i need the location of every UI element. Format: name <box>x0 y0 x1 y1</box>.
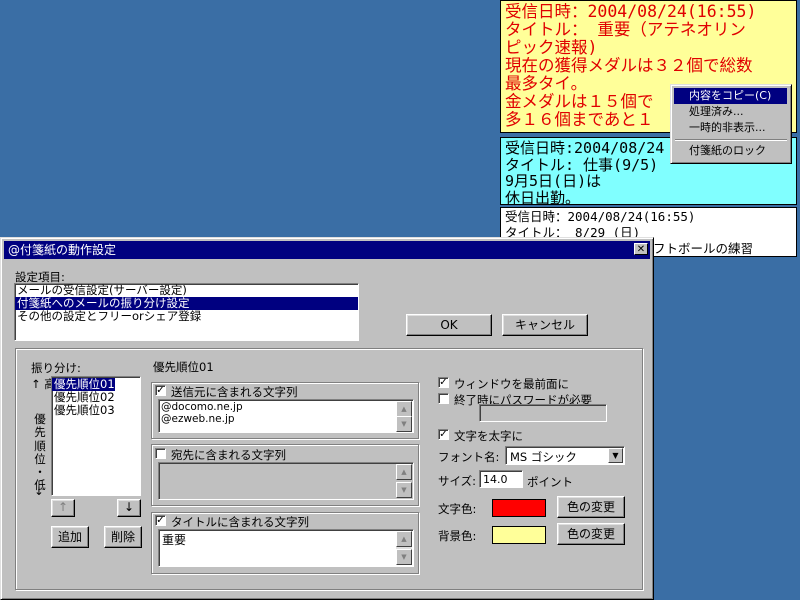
size-unit: ポイント <box>527 475 573 489</box>
settings-list[interactable]: メールの受信設定(サーバー設定) 付箋紙へのメールの振り分け設定 その他の設定と… <box>14 283 359 341</box>
change-text-color-button[interactable]: 色の変更 <box>557 496 625 518</box>
topmost-label: ウィンドウを最前面に <box>454 377 569 391</box>
font-select[interactable]: MS ゴシック ▼ <box>505 446 625 465</box>
dialog-title: @付箋紙の動作設定 <box>8 243 117 257</box>
move-down-button[interactable]: ↓ <box>117 499 141 517</box>
check-icon: ✓ <box>439 377 448 388</box>
priority-low-arrow: ↓ <box>34 484 44 498</box>
bg-color-swatch <box>492 526 546 544</box>
note-line: 受信日時：2004/08/24(16:55) <box>505 209 696 224</box>
bg-color-label: 背景色: <box>438 529 477 543</box>
dialog-titlebar[interactable]: @付箋紙の動作設定 ✕ <box>4 241 650 259</box>
note-line: 9月5日(日)は <box>505 172 602 190</box>
add-button[interactable]: 追加 <box>51 526 89 548</box>
password-input[interactable] <box>479 404 607 422</box>
scroll-up-icon[interactable]: ▲ <box>396 401 412 417</box>
ok-button[interactable]: OK <box>406 314 492 336</box>
menu-item-hide[interactable]: 一時的非表示... <box>674 120 787 136</box>
check-icon: ✓ <box>156 385 165 396</box>
delete-button[interactable]: 削除 <box>104 526 142 548</box>
password-checkbox[interactable] <box>438 393 449 404</box>
size-label: サイズ: <box>438 474 477 488</box>
scroll-down-icon[interactable]: ▼ <box>396 549 412 565</box>
scrollbar[interactable]: ▲ ▼ <box>396 531 412 565</box>
font-label: フォント名: <box>438 450 500 464</box>
menu-item-done[interactable]: 処理済み... <box>674 104 787 120</box>
change-bg-color-button[interactable]: 色の変更 <box>557 523 625 545</box>
priority-item[interactable]: 優先順位03 <box>52 404 140 417</box>
scroll-down-icon[interactable]: ▼ <box>396 416 412 432</box>
note-line: 現在の獲得メダルは３２個で総数 <box>505 56 753 75</box>
menu-item-copy[interactable]: 内容をコピー(C) <box>674 88 787 104</box>
size-input[interactable]: 14.0 <box>479 470 523 488</box>
size-value: 14.0 <box>483 473 508 486</box>
check-icon: ✓ <box>156 515 165 526</box>
note-line: 休日出勤。 <box>505 188 581 205</box>
priority-vertical-text: 優 先 順 位 ・ 低 <box>34 412 46 493</box>
font-value: MS ゴシック <box>510 450 577 464</box>
recipient-value <box>159 463 413 465</box>
scroll-up-icon[interactable]: ▲ <box>396 464 412 480</box>
title-value: 重要 <box>162 533 187 547</box>
settings-dialog: @付箋紙の動作設定 ✕ 設定項目: メールの受信設定(サーバー設定) 付箋紙への… <box>0 237 654 600</box>
close-button[interactable]: ✕ <box>634 243 648 255</box>
cancel-button[interactable]: キャンセル <box>502 314 588 336</box>
scrollbar[interactable]: ▲ ▼ <box>396 401 412 432</box>
scroll-up-icon[interactable]: ▲ <box>396 531 412 547</box>
close-icon: ✕ <box>636 244 646 255</box>
recipient-label: 宛先に含まれる文字列 <box>171 448 286 462</box>
sort-label: 振り分け: <box>31 361 81 375</box>
settings-item-other[interactable]: その他の設定とフリーorシェア登録 <box>15 310 358 323</box>
note-line: タイトル： 重要（アテネオリン <box>505 20 746 39</box>
topmost-checkbox[interactable]: ✓ <box>438 377 449 388</box>
move-up-button[interactable]: ↑ <box>51 499 75 517</box>
bold-checkbox[interactable]: ✓ <box>438 429 449 440</box>
scrollbar[interactable]: ▲ ▼ <box>396 464 412 498</box>
recipient-textarea[interactable]: ▲ ▼ <box>158 462 414 500</box>
sender-value: @docomo.ne.jp <box>161 401 243 413</box>
priority-list[interactable]: 優先順位01 優先順位02 優先順位03 <box>51 376 141 496</box>
menu-item-lock[interactable]: 付箋紙のロック <box>674 143 787 159</box>
sender-label: 送信元に含まれる文字列 <box>171 385 298 399</box>
text-color-label: 文字色: <box>438 502 477 516</box>
priority-title: 優先順位01 <box>153 360 214 374</box>
note-line: ピック速報) <box>505 38 598 57</box>
sender-value: @ezweb.ne.jp <box>161 413 235 425</box>
title-textarea[interactable]: 重要 ▲ ▼ <box>158 529 414 567</box>
recipient-checkbox[interactable] <box>155 448 166 459</box>
up-arrow-icon: ↑ <box>57 500 69 514</box>
text-color-swatch <box>492 499 546 517</box>
title-checkbox[interactable]: ✓ <box>155 515 166 526</box>
sender-textarea[interactable]: @docomo.ne.jp @ezweb.ne.jp ▲ ▼ <box>158 399 414 433</box>
bold-label: 文字を太字に <box>454 429 523 443</box>
title-label: タイトルに含まれる文字列 <box>171 515 309 529</box>
dropdown-arrow-icon[interactable]: ▼ <box>608 448 623 463</box>
check-icon: ✓ <box>439 429 448 440</box>
sender-checkbox[interactable]: ✓ <box>155 385 166 396</box>
scroll-down-icon[interactable]: ▼ <box>396 482 412 498</box>
menu-separator <box>675 139 787 141</box>
context-menu: 内容をコピー(C) 処理済み... 一時的非表示... 付箋紙のロック <box>670 84 792 164</box>
note-line: 受信日時：2004/08/24(16:55) <box>505 2 757 21</box>
down-arrow-icon: ↓ <box>123 500 135 514</box>
